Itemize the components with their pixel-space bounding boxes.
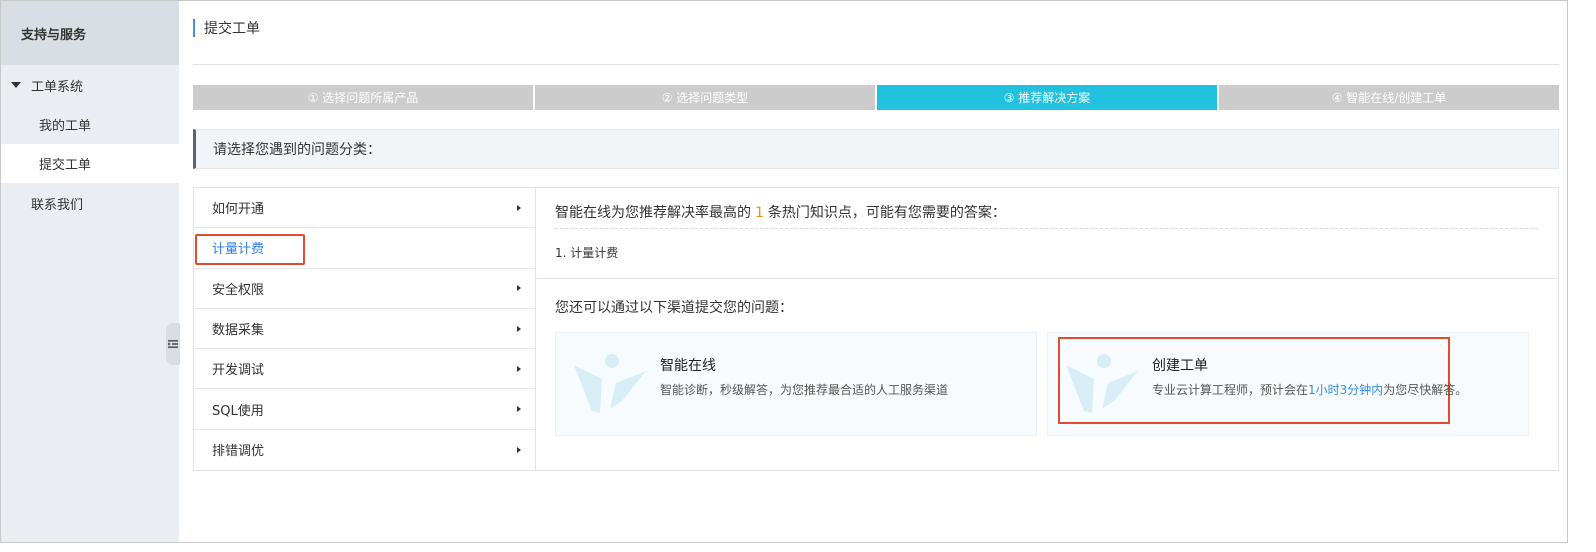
- recommend-prefix: 智能在线为您推荐解决率最高的: [555, 205, 751, 221]
- sidebar-header: 支持与服务: [1, 1, 179, 65]
- sidebar: 支持与服务 工单系统 我的工单 提交工单 联系我们: [1, 1, 180, 542]
- step-3-recommend-solution: ③ 推荐解决方案: [877, 85, 1217, 110]
- category-label: 排错调优: [212, 444, 265, 460]
- main-content: 提交工单 ① 选择问题所属产品 ② 选择问题类型 ③ 推荐解决方案 ④ 智能在线…: [193, 1, 1559, 542]
- sidebar-group-ticket-system[interactable]: 工单系统: [1, 65, 179, 105]
- category-item-dev-debug[interactable]: 开发调试: [194, 349, 535, 390]
- category-list: 如何开通 计量计费 安全权限 数据采集 开发调试 SQL使用 排错调优: [194, 188, 536, 470]
- caret-down-icon: [11, 82, 21, 88]
- online-service-title: 智能在线: [660, 358, 716, 374]
- ticket-desc-suffix: 为您尽快解答。: [1383, 383, 1468, 397]
- dashed-divider: [555, 228, 1538, 229]
- category-label: 如何开通: [212, 202, 265, 218]
- category-label: 安全权限: [212, 282, 265, 298]
- recommend-suffix: 条热门知识点，可能有您需要的答案：: [767, 205, 1006, 221]
- chevron-right-icon: [517, 204, 521, 211]
- response-time-link: 1小时3分钟内: [1308, 383, 1384, 397]
- category-item-sql[interactable]: SQL使用: [194, 389, 535, 430]
- category-label: 开发调试: [212, 363, 265, 379]
- chevron-right-icon: [517, 365, 521, 372]
- recommendation-content: 智能在线为您推荐解决率最高的 1 条热门知识点，可能有您需要的答案： 1. 计量计费…: [537, 188, 1558, 470]
- divider: [193, 64, 1559, 65]
- step-progress: ① 选择问题所属产品 ② 选择问题类型 ③ 推荐解决方案 ④ 智能在线/创建工单: [193, 85, 1559, 110]
- solution-panel: 如何开通 计量计费 安全权限 数据采集 开发调试 SQL使用 排错调优 智能在线…: [193, 187, 1559, 471]
- app-frame: 支持与服务 工单系统 我的工单 提交工单 联系我们 提交工单 ① 选择问题所属产…: [0, 0, 1568, 543]
- create-ticket-title: 创建工单: [1152, 358, 1208, 374]
- category-item-security[interactable]: 安全权限: [194, 269, 535, 309]
- service-person-icon: [1066, 354, 1138, 413]
- category-item-billing[interactable]: 计量计费: [194, 228, 535, 269]
- chevron-right-icon: [517, 285, 521, 292]
- online-service-card[interactable]: 智能在线 智能诊断，秒级解答，为您推荐最合适的人工服务渠道: [555, 332, 1037, 436]
- category-item-enable[interactable]: 如何开通: [194, 188, 535, 229]
- chevron-right-icon: [517, 446, 521, 453]
- knowledge-item[interactable]: 1. 计量计费: [555, 244, 618, 261]
- category-item-data-collection[interactable]: 数据采集: [194, 309, 535, 350]
- step-2-select-type: ② 选择问题类型: [535, 85, 875, 110]
- page-title: 提交工单: [193, 19, 260, 37]
- category-label: SQL使用: [212, 403, 264, 419]
- recommendation-summary: 智能在线为您推荐解决率最高的 1 条热门知识点，可能有您需要的答案：: [555, 202, 1006, 222]
- sidebar-item-contact-us[interactable]: 联系我们: [1, 183, 179, 223]
- sidebar-group-label: 工单系统: [31, 79, 84, 95]
- channel-intro: 您还可以通过以下渠道提交您的问题：: [555, 300, 793, 316]
- sidebar-item-my-tickets[interactable]: 我的工单: [1, 105, 179, 144]
- service-person-icon: [574, 354, 646, 413]
- category-label: 数据采集: [212, 323, 265, 339]
- recommend-count: 1: [755, 205, 764, 221]
- ticket-desc-prefix: 专业云计算工程师，预计会在: [1152, 383, 1309, 397]
- sidebar-item-submit-ticket[interactable]: 提交工单: [1, 144, 179, 183]
- step-1-select-product: ① 选择问题所属产品: [193, 85, 533, 110]
- divider: [537, 278, 1558, 279]
- highlight-box: [195, 234, 305, 266]
- sidebar-collapse-toggle[interactable]: [166, 323, 180, 365]
- chevron-right-icon: [517, 406, 521, 413]
- create-ticket-desc: 专业云计算工程师，预计会在1小时3分钟内为您尽快解答。: [1152, 381, 1467, 398]
- step-4-online-or-ticket: ④ 智能在线/创建工单: [1219, 85, 1559, 110]
- collapse-menu-icon: [168, 340, 178, 348]
- chevron-right-icon: [517, 325, 521, 332]
- category-item-troubleshoot[interactable]: 排错调优: [194, 430, 535, 470]
- create-ticket-card[interactable]: 创建工单 专业云计算工程师，预计会在1小时3分钟内为您尽快解答。: [1047, 332, 1529, 436]
- online-service-desc: 智能诊断，秒级解答，为您推荐最合适的人工服务渠道: [660, 383, 949, 397]
- category-prompt: 请选择您遇到的问题分类：: [193, 129, 1559, 169]
